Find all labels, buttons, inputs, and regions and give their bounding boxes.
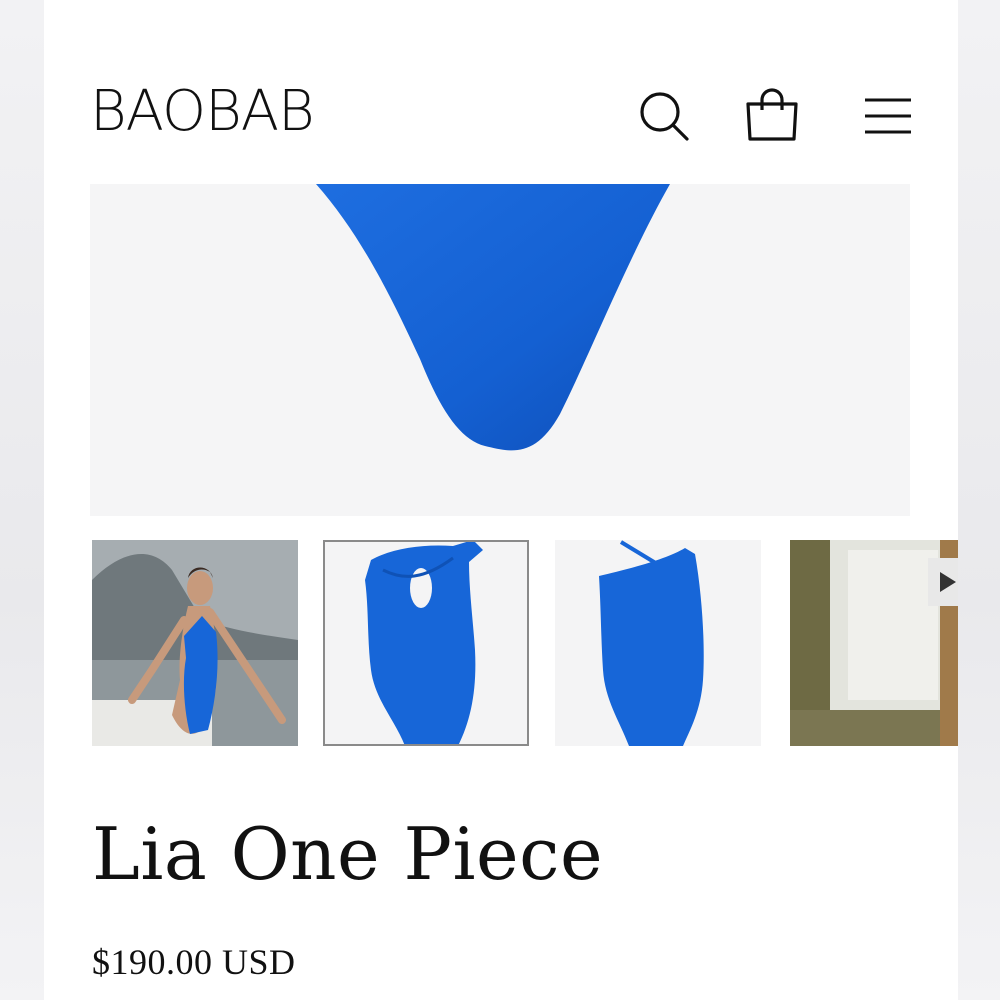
- play-icon: [940, 572, 956, 592]
- thumbnail-back-view[interactable]: [555, 540, 761, 746]
- brand-logo[interactable]: BAOBAB: [90, 84, 315, 140]
- search-icon[interactable]: [634, 86, 694, 146]
- play-button[interactable]: [928, 558, 958, 606]
- right-gutter: [958, 0, 1000, 1000]
- product-title: Lia One Piece: [92, 812, 604, 896]
- hamburger-menu-icon[interactable]: [858, 86, 918, 146]
- thumbnail-strip: [90, 540, 958, 750]
- product-page: BAOBAB Lia One Piece $190.00 USD: [44, 0, 958, 1000]
- thumbnail-video[interactable]: [790, 540, 958, 746]
- left-gutter: [0, 0, 44, 1000]
- thumbnail-model[interactable]: [92, 540, 298, 746]
- main-product-image[interactable]: [90, 184, 910, 516]
- shopping-bag-icon[interactable]: [742, 86, 802, 146]
- thumbnail-front-view[interactable]: [323, 540, 529, 746]
- product-price: $190.00 USD: [92, 942, 296, 982]
